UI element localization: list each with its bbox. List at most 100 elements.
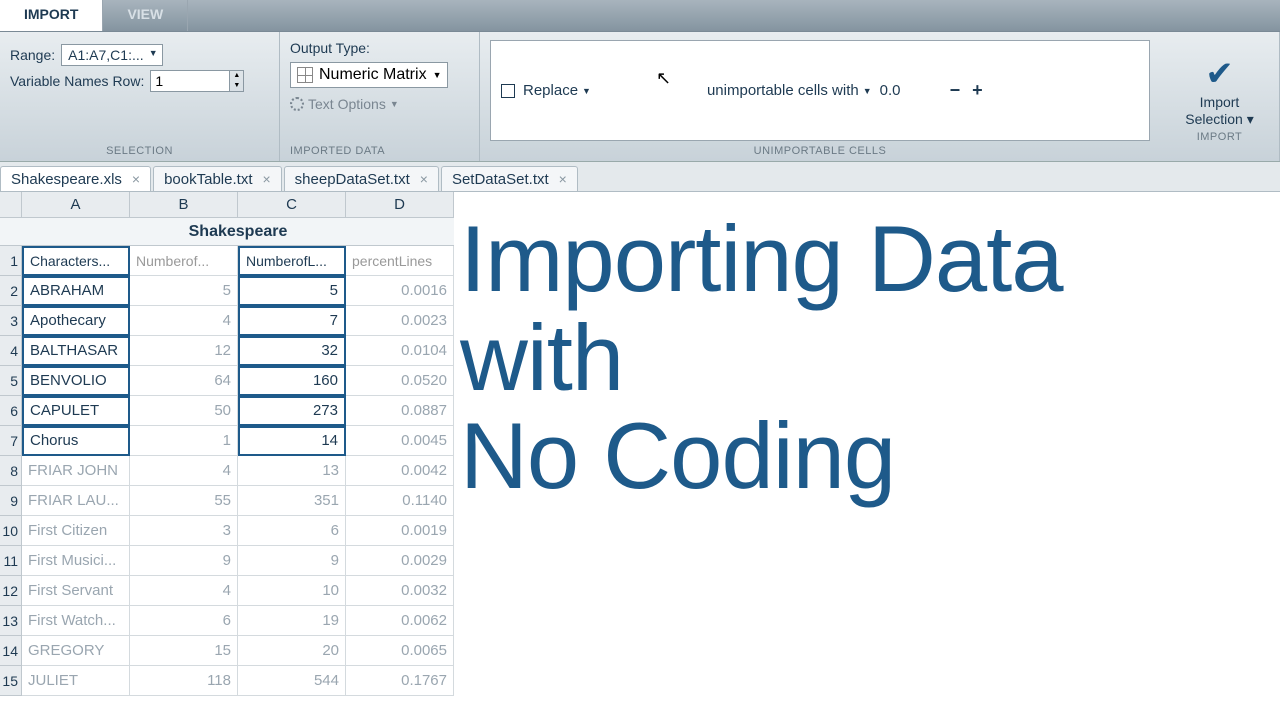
row-number[interactable]: 9 xyxy=(0,486,22,516)
file-tab[interactable]: bookTable.txt× xyxy=(153,166,282,191)
cell[interactable]: 0.0065 xyxy=(346,636,454,666)
replace-checkbox[interactable] xyxy=(501,84,515,98)
row-number[interactable]: 13 xyxy=(0,606,22,636)
cell[interactable]: BALTHASAR xyxy=(22,336,130,366)
varnames-spinner[interactable]: ▲▼ xyxy=(150,70,244,92)
output-type-combo[interactable]: Numeric Matrix ▼ xyxy=(290,62,448,88)
close-icon[interactable]: × xyxy=(132,171,140,187)
text-options[interactable]: Text Options ▼ xyxy=(290,96,448,112)
row-number[interactable]: 8 xyxy=(0,456,22,486)
var-header[interactable]: percentLines xyxy=(346,246,454,276)
cell[interactable]: 7 xyxy=(238,306,346,336)
tab-import[interactable]: IMPORT xyxy=(0,0,103,31)
row-number[interactable]: 10 xyxy=(0,516,22,546)
cell[interactable]: BENVOLIO xyxy=(22,366,130,396)
cell[interactable]: 0.1140 xyxy=(346,486,454,516)
row-number[interactable]: 5 xyxy=(0,366,22,396)
cell[interactable]: 0.0042 xyxy=(346,456,454,486)
cells-with-dropdown[interactable]: unimportable cells with xyxy=(707,82,872,99)
file-tab[interactable]: sheepDataSet.txt× xyxy=(284,166,439,191)
cell[interactable]: 50 xyxy=(130,396,238,426)
cell[interactable]: First Citizen xyxy=(22,516,130,546)
replace-action-dropdown[interactable]: Replace xyxy=(523,82,591,99)
cell[interactable]: First Musici... xyxy=(22,546,130,576)
row-number[interactable]: 7 xyxy=(0,426,22,456)
row-number[interactable]: 6 xyxy=(0,396,22,426)
cell[interactable]: 12 xyxy=(130,336,238,366)
cell[interactable]: 0.0019 xyxy=(346,516,454,546)
cell[interactable]: Apothecary xyxy=(22,306,130,336)
cell[interactable]: 32 xyxy=(238,336,346,366)
cell[interactable]: GREGORY xyxy=(22,636,130,666)
cell[interactable]: 1 xyxy=(130,426,238,456)
cell[interactable]: First Servant xyxy=(22,576,130,606)
cell[interactable]: 0.0887 xyxy=(346,396,454,426)
varnames-input[interactable] xyxy=(150,70,230,92)
range-combo[interactable]: A1:A7,C1:... xyxy=(61,44,162,66)
cell[interactable]: 20 xyxy=(238,636,346,666)
cell[interactable]: ABRAHAM xyxy=(22,276,130,306)
var-header[interactable]: Characters... xyxy=(22,246,130,276)
cell[interactable]: 15 xyxy=(130,636,238,666)
cell[interactable]: Chorus xyxy=(22,426,130,456)
cell[interactable]: 9 xyxy=(238,546,346,576)
plus-icon[interactable]: + xyxy=(970,80,985,101)
replace-value-input[interactable] xyxy=(880,82,940,99)
cell[interactable]: 64 xyxy=(130,366,238,396)
cell[interactable]: 3 xyxy=(130,516,238,546)
cell[interactable]: 4 xyxy=(130,306,238,336)
import-selection-button[interactable]: ✔ ImportSelection ▾ xyxy=(1185,54,1254,128)
cell[interactable]: 0.0029 xyxy=(346,546,454,576)
cell[interactable]: 273 xyxy=(238,396,346,426)
tab-view[interactable]: VIEW xyxy=(103,0,188,31)
cell[interactable]: 19 xyxy=(238,606,346,636)
cell[interactable]: 118 xyxy=(130,666,238,696)
spin-up-icon[interactable]: ▲ xyxy=(230,71,243,81)
close-icon[interactable]: × xyxy=(420,171,428,187)
var-header[interactable]: NumberofL... xyxy=(238,246,346,276)
cell[interactable]: FRIAR JOHN xyxy=(22,456,130,486)
row-number[interactable]: 15 xyxy=(0,666,22,696)
row-number[interactable]: 3 xyxy=(0,306,22,336)
cell[interactable]: 13 xyxy=(238,456,346,486)
col-header-c[interactable]: C xyxy=(238,192,346,218)
cell[interactable]: 6 xyxy=(238,516,346,546)
row-number[interactable]: 11 xyxy=(0,546,22,576)
minus-icon[interactable]: − xyxy=(948,80,963,101)
var-header[interactable]: Numberof... xyxy=(130,246,238,276)
row-number[interactable]: 4 xyxy=(0,336,22,366)
cell[interactable]: First Watch... xyxy=(22,606,130,636)
cell[interactable]: 5 xyxy=(238,276,346,306)
cell[interactable]: 0.0045 xyxy=(346,426,454,456)
col-header-a[interactable]: A xyxy=(22,192,130,218)
cell[interactable]: 10 xyxy=(238,576,346,606)
file-tab[interactable]: SetDataSet.txt× xyxy=(441,166,578,191)
cell[interactable]: 4 xyxy=(130,456,238,486)
row-number[interactable]: 12 xyxy=(0,576,22,606)
cell[interactable]: 14 xyxy=(238,426,346,456)
cell[interactable]: 351 xyxy=(238,486,346,516)
cell[interactable]: FRIAR LAU... xyxy=(22,486,130,516)
cell[interactable]: 0.0520 xyxy=(346,366,454,396)
col-header-b[interactable]: B xyxy=(130,192,238,218)
close-icon[interactable]: × xyxy=(262,171,270,187)
row-number[interactable]: 14 xyxy=(0,636,22,666)
cell[interactable]: 160 xyxy=(238,366,346,396)
cell[interactable]: 0.1767 xyxy=(346,666,454,696)
cell[interactable]: 0.0104 xyxy=(346,336,454,366)
cell[interactable]: 5 xyxy=(130,276,238,306)
cell[interactable]: 0.0016 xyxy=(346,276,454,306)
col-header-d[interactable]: D xyxy=(346,192,454,218)
cell[interactable]: JULIET xyxy=(22,666,130,696)
cell[interactable]: CAPULET xyxy=(22,396,130,426)
cell[interactable]: 55 xyxy=(130,486,238,516)
cell[interactable]: 0.0023 xyxy=(346,306,454,336)
cell[interactable]: 0.0062 xyxy=(346,606,454,636)
row-number[interactable]: 2 xyxy=(0,276,22,306)
cell[interactable]: 544 xyxy=(238,666,346,696)
cell[interactable]: 9 xyxy=(130,546,238,576)
cell[interactable]: 0.0032 xyxy=(346,576,454,606)
spin-down-icon[interactable]: ▼ xyxy=(230,81,243,91)
close-icon[interactable]: × xyxy=(559,171,567,187)
file-tab[interactable]: Shakespeare.xls× xyxy=(0,166,151,191)
